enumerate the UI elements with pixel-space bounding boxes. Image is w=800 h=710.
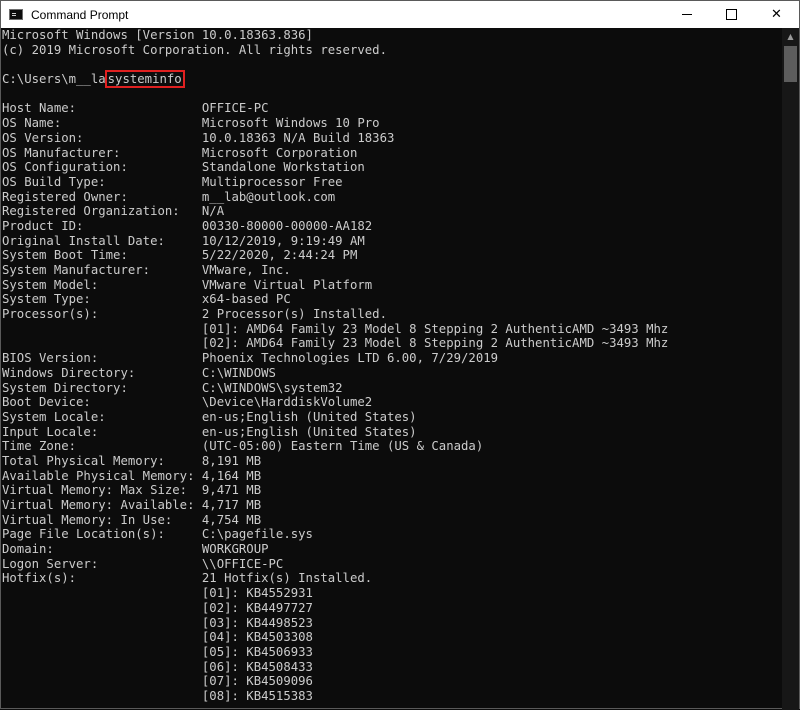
console-line: Registered Organization: N/A — [2, 204, 225, 219]
console-line: OS Configuration: Standalone Workstation — [2, 160, 365, 175]
prompt-line: C:\Users\m__la systeminfo — [1, 70, 783, 89]
console-line: Logon Server: \\OFFICE-PC — [2, 556, 284, 571]
cmd-app-icon — [9, 9, 23, 20]
console-line: Microsoft Windows [Version 10.0.18363.83… — [2, 28, 313, 42]
console-line: [02]: AMD64 Family 23 Model 8 Stepping 2… — [2, 336, 669, 351]
command-text: systeminfo — [104, 70, 185, 89]
console-line: [07]: KB4509096 — [2, 674, 313, 689]
vertical-scrollbar[interactable]: ▲ — [782, 28, 799, 710]
console-line: [03]: KB4498523 — [2, 615, 313, 630]
console-line: Virtual Memory: Available: 4,717 MB — [2, 498, 262, 512]
console-line: Registered Owner: m__lab@outlook.com — [2, 189, 336, 204]
console-line: [08]: KB4515383 — [2, 688, 313, 703]
console-line: OS Version: 10.0.18363 N/A Build 18363 — [2, 130, 395, 145]
console-line: Total Physical Memory: 8,191 MB — [2, 453, 262, 468]
console-line: Processor(s): 2 Processor(s) Installed. — [2, 307, 387, 322]
console-line: [01]: KB4552931 — [2, 586, 313, 601]
console-line: System Model: VMware Virtual Platform — [2, 277, 373, 292]
console-line: System Boot Time: 5/22/2020, 2:44:24 PM — [2, 248, 358, 263]
command-prompt-window: Command Prompt ✕ Microsoft Windows [Vers… — [0, 0, 800, 710]
console-line: Page File Location(s): C:\pagefile.sys — [2, 527, 313, 542]
console-line: System Locale: en-us;English (United Sta… — [2, 409, 417, 424]
console-line: [05]: KB4506933 — [2, 644, 313, 659]
window-controls: ✕ — [664, 1, 799, 28]
console-output[interactable]: Microsoft Windows [Version 10.0.18363.83… — [1, 28, 783, 710]
scroll-up-arrow-icon[interactable]: ▲ — [782, 28, 799, 45]
prompt-path: C:\Users\m__la — [2, 72, 106, 87]
console-line: (c) 2019 Microsoft Corporation. All righ… — [2, 42, 387, 57]
console-line: Original Install Date: 10/12/2019, 9:19:… — [2, 233, 365, 248]
console-line: Product ID: 00330-80000-00000-AA182 — [2, 218, 373, 233]
console-line: [02]: KB4497727 — [2, 600, 313, 615]
console-line: [06]: KB4508433 — [2, 659, 313, 674]
scroll-thumb[interactable] — [784, 46, 797, 82]
minimize-icon — [681, 14, 692, 15]
console-line: System Manufacturer: VMware, Inc. — [2, 263, 291, 277]
console-line: Hotfix(s): 21 Hotfix(s) Installed. — [2, 571, 373, 586]
console-line: Available Physical Memory: 4,164 MB — [2, 468, 262, 483]
console-line: Windows Directory: C:\WINDOWS — [2, 365, 276, 380]
window-title: Command Prompt — [31, 7, 129, 22]
console-line: OS Manufacturer: Microsoft Corporation — [2, 145, 358, 160]
console-line: OS Name: Microsoft Windows 10 Pro — [2, 116, 380, 131]
console-line: Input Locale: en-us;English (United Stat… — [2, 424, 417, 439]
console-line: Host Name: OFFICE-PC — [2, 101, 269, 116]
close-icon: ✕ — [771, 7, 782, 22]
console-line: Boot Device: \Device\HarddiskVolume2 — [2, 395, 373, 410]
maximize-button[interactable] — [709, 1, 754, 28]
minimize-button[interactable] — [664, 1, 709, 28]
console-line: Virtual Memory: Max Size: 9,471 MB — [2, 483, 262, 498]
maximize-icon — [726, 9, 737, 20]
systeminfo-output: Host Name: OFFICE-PC OS Name: Microsoft W… — [1, 87, 783, 704]
console-line: OS Build Type: Multiprocessor Free — [2, 174, 343, 189]
title-bar[interactable]: Command Prompt ✕ — [1, 1, 799, 28]
console-line: Domain: WORKGROUP — [2, 542, 269, 557]
console-line: Virtual Memory: In Use: 4,754 MB — [2, 512, 262, 527]
console-line: Time Zone: (UTC-05:00) Eastern Time (US … — [2, 439, 484, 454]
console-line: [01]: AMD64 Family 23 Model 8 Stepping 2… — [2, 321, 669, 336]
close-button[interactable]: ✕ — [754, 1, 799, 28]
console-line: System Type: x64-based PC — [2, 292, 291, 307]
console-line: System Directory: C:\WINDOWS\system32 — [2, 380, 343, 395]
console-line: [04]: KB4503308 — [2, 630, 313, 645]
console-line: BIOS Version: Phoenix Technologies LTD 6… — [2, 351, 499, 366]
